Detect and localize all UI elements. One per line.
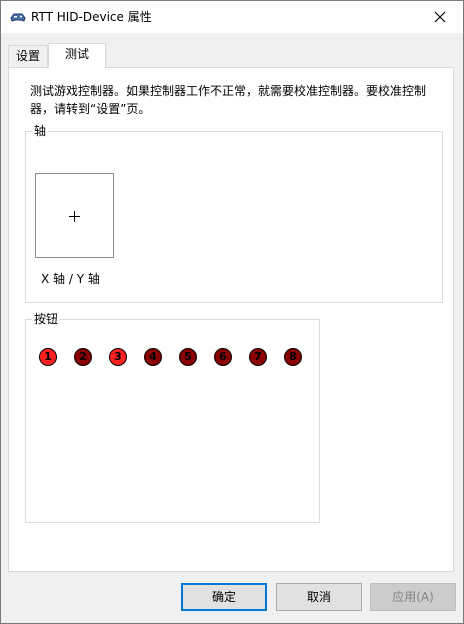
- apply-button[interactable]: 应用(A): [370, 583, 456, 611]
- button-indicator-6: 6: [214, 348, 232, 366]
- xy-axis-display: [35, 173, 114, 258]
- intro-text: 测试游戏控制器。如果控制器工作不正常，就需要校准控制器。要校准控制器，请转到“设…: [30, 84, 427, 116]
- ok-button[interactable]: 确定: [181, 583, 267, 611]
- buttons-group: 按钮 1 2 3 4 5 6 7 8: [25, 312, 320, 523]
- title-bar[interactable]: RTT HID-Device 属性: [1, 1, 463, 33]
- axis-caption: X 轴 / Y 轴: [41, 272, 100, 286]
- gamepad-icon: [9, 9, 27, 25]
- tab-test[interactable]: 测试: [48, 43, 106, 68]
- axis-group-label: 轴: [32, 124, 49, 138]
- button-indicator-1: 1: [39, 348, 57, 366]
- button-indicator-3: 3: [109, 348, 127, 366]
- button-indicator-4: 4: [144, 348, 162, 366]
- close-button[interactable]: [417, 1, 463, 33]
- properties-dialog: RTT HID-Device 属性 设置 测试 测试游戏控制器。如果控制器工作不…: [0, 0, 464, 624]
- button-indicator-8: 8: [284, 348, 302, 366]
- crosshair-icon: [69, 211, 80, 222]
- button-indicator-7: 7: [249, 348, 267, 366]
- window-title: RTT HID-Device 属性: [31, 10, 152, 24]
- cancel-button[interactable]: 取消: [276, 583, 362, 611]
- buttons-group-label: 按钮: [32, 312, 61, 326]
- close-icon: [434, 11, 446, 23]
- tab-settings[interactable]: 设置: [8, 45, 48, 67]
- test-tab-panel: 测试游戏控制器。如果控制器工作不正常，就需要校准控制器。要校准控制器，请转到“设…: [8, 67, 454, 572]
- button-indicator-2: 2: [74, 348, 92, 366]
- button-indicator-5: 5: [179, 348, 197, 366]
- axis-group: 轴 X 轴 / Y 轴: [25, 124, 443, 303]
